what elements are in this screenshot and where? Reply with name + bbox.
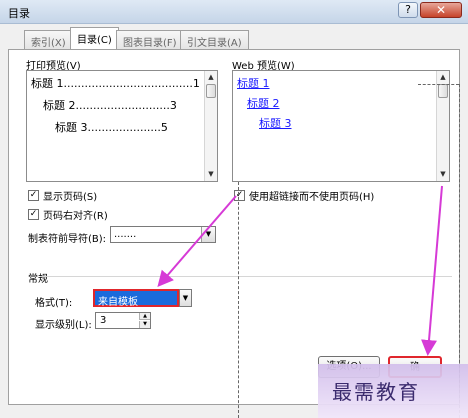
web-preview-box: 标题 1 标题 2 标题 3 ▲ ▼: [232, 70, 450, 182]
toc-entry-level-1: 标题 1....................................…: [31, 77, 200, 90]
web-link-level-3[interactable]: 标题 3: [259, 115, 292, 131]
web-preview-scrollbar[interactable]: ▲ ▼: [436, 71, 449, 181]
format-select[interactable]: 来自模板 ▼: [93, 289, 192, 308]
right-align-option[interactable]: ✓ 页码右对齐(R): [28, 207, 108, 222]
guide-line-vertical-left: [238, 182, 239, 418]
scroll-up-icon[interactable]: ▲: [437, 72, 449, 83]
tab-leader-select[interactable]: ....... ▼: [110, 226, 216, 243]
web-link-level-2[interactable]: 标题 2: [247, 95, 280, 111]
watermark-text: 最需教育: [332, 380, 420, 404]
show-levels-stepper[interactable]: 3 ▲ ▼: [95, 312, 151, 329]
tab-leader-label: 制表符前导符(B):: [28, 234, 107, 245]
tab-toc[interactable]: 目录(C): [70, 27, 119, 50]
close-button[interactable]: ✕: [420, 2, 462, 18]
use-hyperlinks-option[interactable]: ✓ 使用超链接而不使用页码(H): [234, 188, 374, 203]
general-group-divider: [40, 276, 452, 277]
stepper-down-icon[interactable]: ▼: [139, 321, 150, 328]
show-page-numbers-checkbox[interactable]: ✓: [28, 190, 39, 201]
tab-leader-value: .......: [114, 229, 137, 240]
chevron-down-icon[interactable]: ▼: [179, 289, 192, 307]
use-hyperlinks-checkbox[interactable]: ✓: [234, 190, 245, 201]
scroll-down-icon[interactable]: ▼: [205, 169, 217, 180]
tab-table-of-authorities[interactable]: 引文目录(A): [180, 30, 249, 49]
scroll-down-icon[interactable]: ▼: [437, 169, 449, 180]
window-title: 目录: [8, 7, 30, 20]
tab-index[interactable]: 索引(X): [24, 30, 73, 49]
toc-entry-level-2: 标题 2...........................3: [43, 99, 177, 112]
guide-line-horizontal: [418, 84, 459, 85]
general-group-label: 常规: [28, 274, 48, 285]
right-align-label: 页码右对齐(R): [43, 211, 108, 222]
use-hyperlinks-label: 使用超链接而不使用页码(H): [249, 192, 375, 203]
scroll-thumb[interactable]: [206, 84, 216, 98]
scroll-up-icon[interactable]: ▲: [205, 72, 217, 83]
right-align-checkbox[interactable]: ✓: [28, 209, 39, 220]
show-levels-label: 显示级别(L):: [35, 320, 92, 331]
toc-entry-level-3: 标题 3.....................5: [55, 121, 168, 134]
format-selected-value: 来自模板: [93, 289, 179, 308]
scroll-thumb[interactable]: [438, 84, 448, 98]
print-preview-scrollbar[interactable]: ▲ ▼: [204, 71, 217, 181]
format-label: 格式(T):: [35, 298, 73, 309]
show-levels-value: 3: [100, 315, 107, 326]
show-page-numbers-option[interactable]: ✓ 显示页码(S): [28, 188, 97, 203]
web-link-level-1[interactable]: 标题 1: [237, 75, 270, 91]
print-preview-box: 标题 1....................................…: [26, 70, 218, 182]
stepper-up-icon[interactable]: ▲: [139, 313, 150, 320]
help-button[interactable]: ?: [398, 2, 418, 18]
title-bar: 目录 ? ✕: [0, 0, 468, 24]
tab-table-of-figures[interactable]: 图表目录(F): [116, 30, 184, 49]
chevron-down-icon[interactable]: ▼: [201, 227, 215, 242]
show-page-numbers-label: 显示页码(S): [43, 192, 98, 203]
